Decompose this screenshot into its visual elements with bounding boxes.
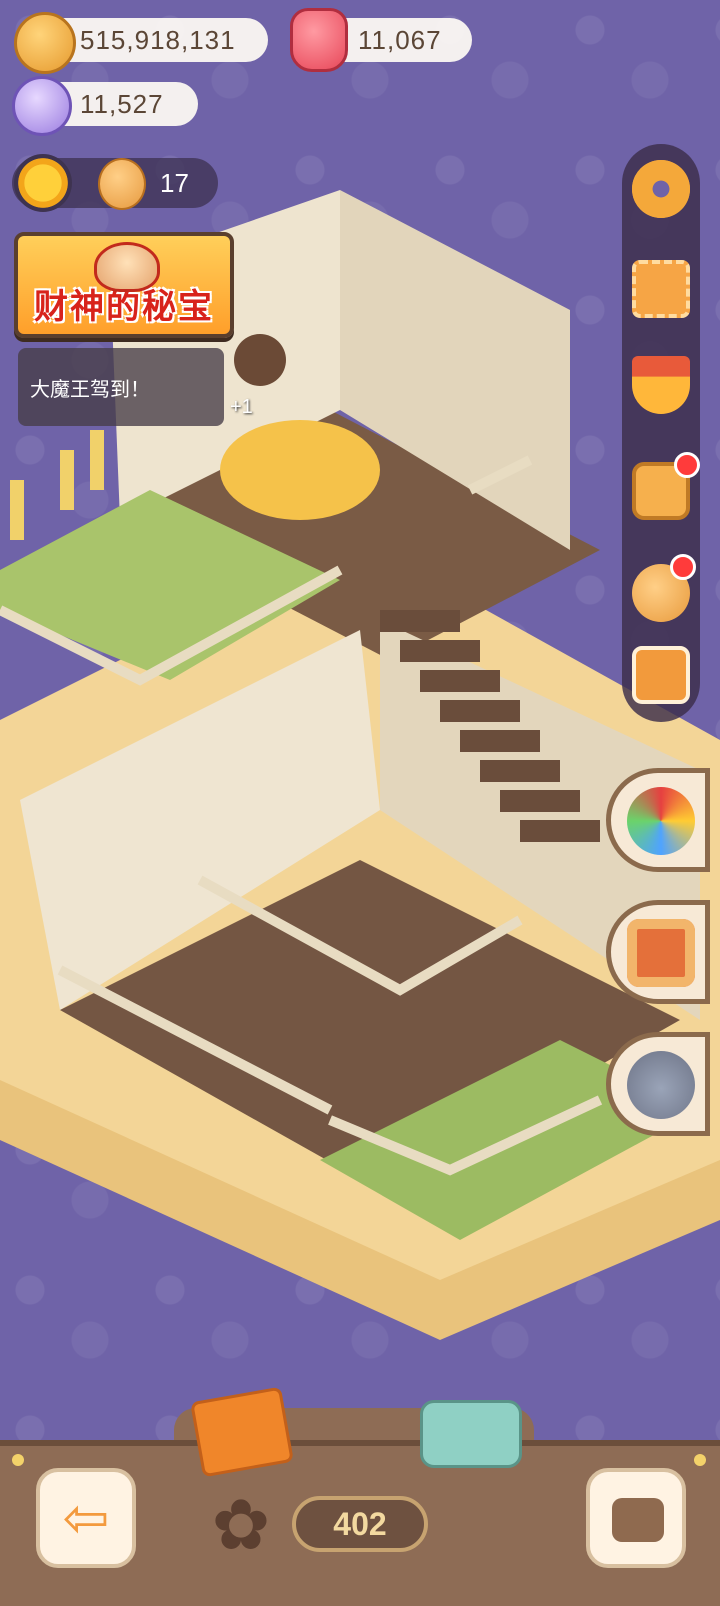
bag-icon[interactable] bbox=[632, 452, 700, 520]
back-button[interactable]: ⇦ bbox=[36, 1468, 136, 1568]
sofa-icon bbox=[612, 1498, 664, 1542]
coin-counter[interactable]: 515,918,131 bbox=[14, 12, 268, 74]
float-plus-one: +1 bbox=[230, 396, 253, 418]
coin-icon bbox=[14, 12, 76, 74]
fortune-god-icon bbox=[94, 242, 160, 292]
festival-icon bbox=[627, 787, 695, 855]
character-head bbox=[234, 334, 286, 386]
event-banner[interactable]: 财神的秘宝 bbox=[14, 232, 234, 338]
crystal-value: 11,527 bbox=[80, 88, 164, 119]
room-diorama bbox=[0, 190, 720, 1340]
jelly-counter[interactable]: 11,067 bbox=[290, 8, 472, 72]
furniture-button[interactable] bbox=[586, 1468, 686, 1568]
festival-button[interactable] bbox=[606, 768, 710, 872]
crystal-counter[interactable]: 11,527 bbox=[12, 76, 198, 136]
notification-dot bbox=[670, 554, 696, 580]
coin-value: 515,918,131 bbox=[80, 24, 236, 55]
jelly-icon bbox=[290, 8, 348, 72]
notice-message: 大魔王驾到！ bbox=[18, 348, 224, 426]
friends-cookie-icon[interactable] bbox=[632, 554, 696, 622]
side-menu bbox=[622, 144, 700, 722]
sun-icon bbox=[14, 154, 72, 212]
medal-icon[interactable] bbox=[632, 356, 690, 414]
level-bar[interactable]: 17 bbox=[12, 154, 218, 212]
mouse-icon bbox=[627, 1051, 695, 1119]
cookie-avatar-icon bbox=[98, 158, 146, 210]
camera-icon[interactable] bbox=[632, 646, 690, 704]
tv-icon bbox=[627, 919, 695, 987]
jelly-value: 11,067 bbox=[358, 24, 442, 55]
ticket-icon[interactable] bbox=[632, 260, 690, 318]
tv-button[interactable] bbox=[606, 900, 710, 1004]
level-value: 17 bbox=[160, 168, 189, 198]
flower-slot-icon: ✿ bbox=[211, 1486, 271, 1564]
stitch-dot bbox=[12, 1454, 24, 1466]
crystal-icon bbox=[12, 76, 72, 136]
photo-camera-tab[interactable] bbox=[420, 1400, 522, 1468]
character-gown bbox=[220, 420, 380, 520]
item-count: 402 bbox=[292, 1496, 428, 1552]
settings-gear-icon[interactable] bbox=[632, 160, 690, 218]
notification-dot bbox=[674, 452, 700, 478]
mouse-button[interactable] bbox=[606, 1032, 710, 1136]
recipe-book-tab[interactable] bbox=[190, 1386, 294, 1478]
stitch-dot bbox=[694, 1454, 706, 1466]
